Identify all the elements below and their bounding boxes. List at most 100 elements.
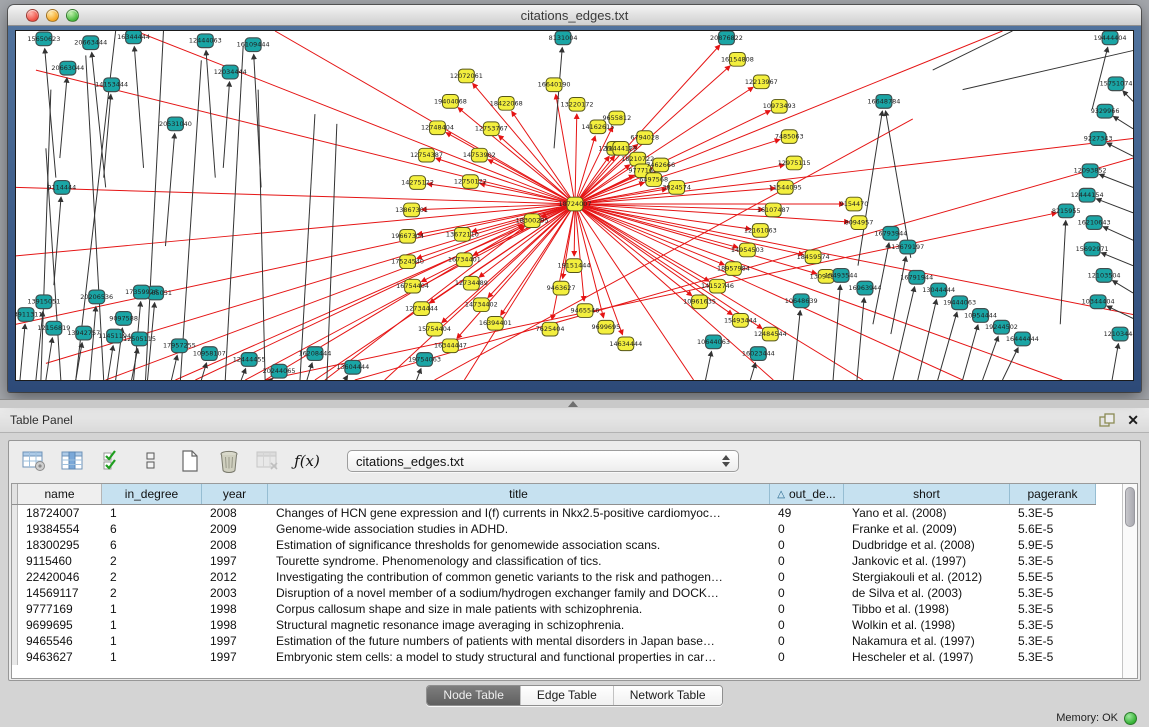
graph-edge: [201, 363, 206, 380]
column-header-title[interactable]: title: [268, 484, 770, 504]
graph-node-label: 16208444: [298, 350, 331, 358]
memory-status-indicator[interactable]: [1124, 712, 1137, 725]
graph-node-label: 15754404: [418, 325, 451, 333]
column-header-year[interactable]: year: [202, 484, 268, 504]
scrollbar-thumb[interactable]: [1125, 487, 1135, 527]
graph-node-label: 16107487: [757, 206, 790, 214]
graph-edge: [146, 31, 164, 380]
column-selector-icon[interactable]: [60, 448, 86, 474]
delete-icon[interactable]: [216, 448, 242, 474]
table-row[interactable]: 1830029562008Estimation of significance …: [12, 537, 1096, 553]
graph-node-label: 19404068: [434, 97, 467, 105]
column-header-name[interactable]: name: [18, 484, 102, 504]
table-row[interactable]: 1938455462009Genome-wide association stu…: [12, 521, 1096, 537]
graph-node-label: 19444404: [1094, 34, 1127, 42]
column-header-label: in_degree: [125, 487, 178, 501]
graph-edge: [1113, 281, 1133, 293]
table-row[interactable]: 1456911722003Disruption of a novel membe…: [12, 585, 1096, 601]
cell-year: 1997: [202, 553, 268, 569]
column-header-in_degree[interactable]: in_degree: [102, 484, 202, 504]
graph-node-label: 9097588: [109, 314, 138, 322]
graph-edge: [575, 204, 709, 281]
cell-title: Estimation of significance thresholds fo…: [268, 537, 770, 553]
graph-node-label: 18459574: [797, 253, 830, 261]
tab-node-table[interactable]: Node Table: [427, 686, 521, 705]
graph-node-label: 16154808: [721, 55, 754, 63]
splitter-handle-icon[interactable]: [568, 401, 578, 407]
graph-node-label: 11444128: [604, 144, 637, 152]
graph-edge: [1107, 143, 1133, 156]
graph-node-label: 14152746: [701, 282, 734, 290]
graph-edge: [435, 119, 913, 380]
tab-network-table[interactable]: Network Table: [614, 686, 722, 705]
graph-node-label: 12444063: [189, 37, 222, 45]
cell-in_degree: 2: [102, 569, 202, 585]
window-titlebar[interactable]: citations_edges.txt: [8, 5, 1141, 26]
graph-edge: [575, 114, 577, 204]
column-header-label: out_de...: [789, 487, 836, 501]
cell-name: 9463627: [18, 649, 102, 665]
attribute-table: name in_degree yeartitle△out_de... short pag…: [11, 483, 1138, 679]
column-header-out_de[interactable]: △out_de...: [770, 484, 844, 504]
cell-name: 19384554: [18, 521, 102, 537]
graph-node-label: 16394401: [479, 319, 512, 327]
graph-node-label: 10344404: [1082, 298, 1115, 306]
graph-edge: [108, 346, 113, 380]
table-tabs-row: Node TableEdge TableNetwork Table: [0, 681, 1149, 709]
new-document-icon[interactable]: [177, 448, 203, 474]
graph-node-label: 20876822: [710, 34, 743, 42]
graph-edge: [223, 82, 229, 168]
graph-node-label: 14954503: [731, 246, 764, 254]
cell-out_de: 0: [770, 553, 844, 569]
column-header-short[interactable]: short: [844, 484, 1010, 504]
graph-node-label: 13867301: [395, 206, 428, 214]
table-row[interactable]: 946554611997Estimation of the future num…: [12, 633, 1096, 649]
graph-node-label: 18957984: [717, 265, 750, 273]
graph-edge: [427, 184, 575, 204]
cell-out_de: 0: [770, 537, 844, 553]
network-graph[interactable]: 1872400716154808122139671097349374850631…: [16, 31, 1133, 380]
table-row[interactable]: 969969511998Structural magnetic resonanc…: [12, 617, 1096, 633]
graph-edge: [1096, 199, 1133, 213]
tab-edge-table[interactable]: Edge Table: [521, 686, 614, 705]
close-panel-icon[interactable]: ✕: [1127, 413, 1139, 427]
table-row[interactable]: 1872400712008Changes of HCN gene express…: [12, 505, 1096, 521]
graph-node-label: 16793944: [874, 229, 907, 237]
vertical-scrollbar[interactable]: [1122, 484, 1137, 678]
graph-edge: [20, 324, 25, 380]
table-row[interactable]: 977716911998Corpus callosum shape and si…: [12, 601, 1096, 617]
cell-year: 2008: [202, 537, 268, 553]
column-header-label: short: [913, 487, 940, 501]
graph-node-label: 13672110: [446, 230, 479, 238]
panel-splitter[interactable]: [0, 399, 1149, 408]
graph-edge: [16, 187, 575, 204]
graph-node-label: 12444154: [1071, 191, 1104, 199]
float-panel-icon[interactable]: [1099, 413, 1115, 427]
table-row[interactable]: 911546021997Tourette syndrome. Phenomeno…: [12, 553, 1096, 569]
cell-year: 2012: [202, 569, 268, 585]
graph-edge: [574, 204, 575, 256]
delete-table-icon[interactable]: [255, 448, 281, 474]
cell-title: Corpus callosum shape and size in male p…: [268, 601, 770, 617]
network-canvas[interactable]: 1872400716154808122139671097349374850631…: [15, 30, 1134, 381]
table-row[interactable]: 946362711997Embryonic stem cells: a mode…: [12, 649, 1096, 665]
cell-title: Estimation of the future numbers of pati…: [268, 633, 770, 649]
column-header-label: name: [44, 487, 74, 501]
cell-pagerank: 5.5E-5: [1010, 569, 1096, 585]
graph-node-label: 16791944: [900, 273, 933, 281]
graph-edge: [488, 160, 575, 204]
column-header-pagerank[interactable]: pagerank: [1010, 484, 1096, 504]
graph-edge: [258, 90, 265, 380]
graph-node-label: 13915051: [27, 298, 60, 306]
table-settings-icon[interactable]: [21, 448, 47, 474]
select-all-icon[interactable]: [99, 448, 125, 474]
table-row[interactable]: 2242004622012Investigating the contribut…: [12, 569, 1096, 585]
graph-node-label: 18422068: [490, 99, 523, 107]
cell-in_degree: 1: [102, 617, 202, 633]
graph-edge: [134, 47, 143, 168]
cell-short: Nakamura et al. (1997): [844, 633, 1010, 649]
row-height-icon[interactable]: [138, 448, 164, 474]
graph-edge: [1113, 116, 1133, 128]
table-selector-combobox[interactable]: citations_edges.txt: [347, 450, 739, 472]
function-builder-icon[interactable]: ƒ(x): [294, 448, 320, 474]
